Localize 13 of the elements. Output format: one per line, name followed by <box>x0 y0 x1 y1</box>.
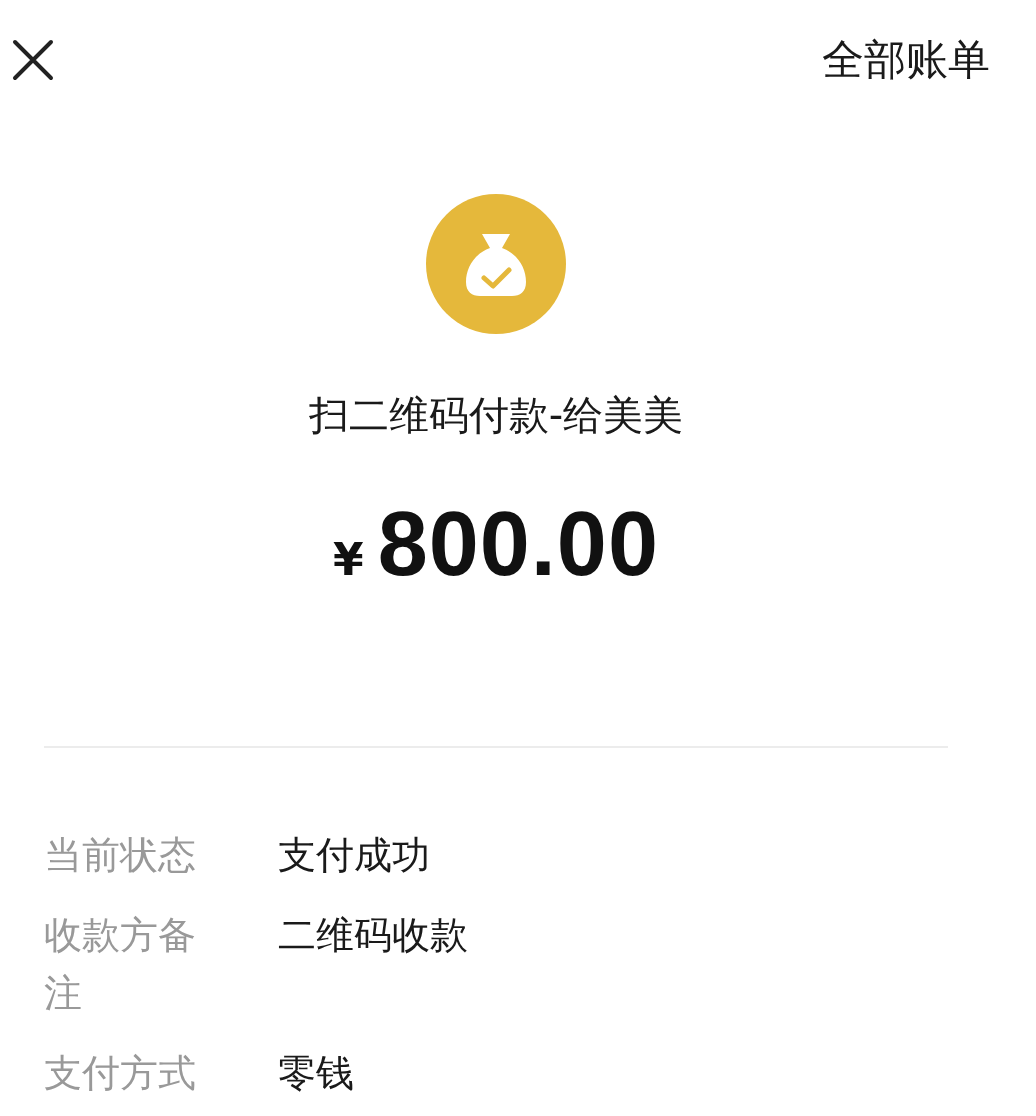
detail-label: 收款方备注 <box>44 912 197 1017</box>
payment-amount: 800.00 <box>377 493 659 596</box>
all-bills-link[interactable]: 全部账单 <box>822 32 990 88</box>
detail-value: 支付成功 <box>278 832 430 879</box>
currency-symbol: ¥ <box>333 534 364 585</box>
close-icon <box>11 38 55 82</box>
payment-title: 扫二维码付款-给美美 <box>308 391 684 440</box>
detail-label: 支付方式 <box>44 1050 197 1097</box>
money-bag-icon <box>426 194 566 334</box>
detail-value: 二维码收款 <box>278 912 468 959</box>
detail-label: 当前状态 <box>44 832 197 879</box>
detail-value: 零钱 <box>278 1050 354 1097</box>
close-button[interactable] <box>10 37 56 83</box>
